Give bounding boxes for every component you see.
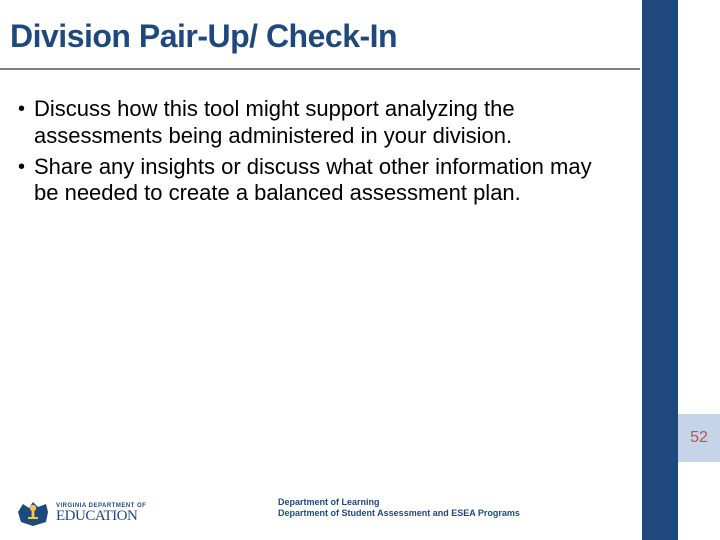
logo-line-2: EDUCATION [56, 509, 146, 524]
slide-footer: VIRGINIA DEPARTMENT OF EDUCATION Departm… [0, 480, 720, 540]
virginia-seal-icon [16, 498, 50, 528]
page-number: 52 [690, 429, 708, 447]
slide: Division Pair-Up/ Check-In • Discuss how… [0, 0, 720, 540]
dept-line-1: Department of Learning [278, 497, 520, 509]
dept-line-2: Department of Student Assessment and ESE… [278, 508, 520, 520]
accent-side-bar [642, 0, 678, 540]
page-number-badge: 52 [678, 414, 720, 462]
bullet-text: Discuss how this tool might support anal… [34, 96, 618, 150]
bullet-dot-icon: • [18, 154, 34, 208]
bullet-dot-icon: • [18, 96, 34, 150]
slide-title: Division Pair-Up/ Check-In [10, 18, 397, 55]
department-footer: Department of Learning Department of Stu… [278, 497, 520, 520]
vdoe-logo: VIRGINIA DEPARTMENT OF EDUCATION [16, 498, 146, 528]
bullet-item: • Discuss how this tool might support an… [18, 96, 618, 150]
slide-body: • Discuss how this tool might support an… [18, 96, 618, 211]
bullet-text: Share any insights or discuss what other… [34, 154, 618, 208]
logo-text: VIRGINIA DEPARTMENT OF EDUCATION [56, 503, 146, 524]
title-underline [0, 68, 640, 70]
bullet-item: • Share any insights or discuss what oth… [18, 154, 618, 208]
